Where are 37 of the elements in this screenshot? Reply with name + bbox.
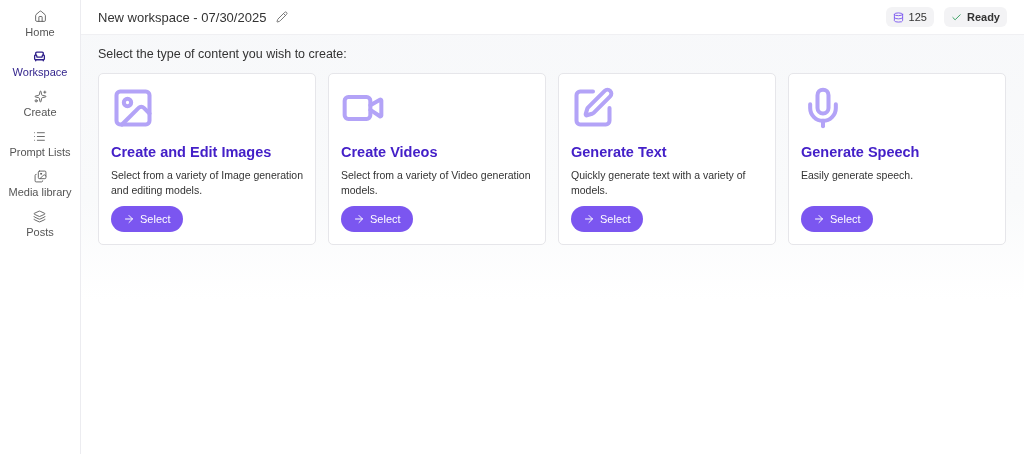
status-badge: Ready — [943, 7, 1007, 27]
arrow-icon — [353, 213, 365, 225]
sidebar-item[interactable]: Create — [23, 88, 57, 120]
chair-icon — [33, 50, 47, 63]
card-description: Easily generate speech. — [801, 168, 915, 183]
images-icon — [33, 170, 47, 183]
card-description: Select from a variety of Video generation models. — [341, 168, 532, 198]
sidebar-item[interactable]: Posts — [26, 208, 54, 240]
check-icon — [950, 11, 962, 23]
card-title: Create and Edit Images — [111, 144, 273, 160]
edit-icon[interactable] — [276, 11, 289, 23]
arrow-icon — [123, 213, 135, 225]
sidebar-item[interactable]: Workspace — [12, 48, 68, 80]
card-description: Select from a variety of Image generation and editing models. — [111, 168, 303, 198]
select-button[interactable]: Select — [341, 206, 413, 232]
home-icon — [33, 10, 47, 23]
arrow-icon — [813, 213, 825, 225]
sidebar-item[interactable]: Home — [25, 8, 55, 40]
select-button[interactable]: Select — [111, 206, 183, 232]
credits-badge: 125 — [885, 7, 934, 27]
workspace-title: New workspace - 07/30/2025 — [98, 9, 267, 25]
card-title: Generate Text — [571, 144, 668, 160]
select-button[interactable]: Select — [571, 206, 643, 232]
sparkles-icon — [33, 90, 47, 103]
card-title: Generate Speech — [801, 144, 921, 160]
arrow-icon — [583, 213, 595, 225]
sidebar-item[interactable]: Media library — [8, 168, 72, 200]
coins-icon — [892, 11, 904, 23]
image-icon — [111, 86, 155, 130]
list-icon — [33, 130, 47, 143]
sidebar-item[interactable]: Prompt Lists — [9, 128, 71, 160]
card-title: Create Videos — [341, 144, 439, 160]
card-description: Quickly generate text with a variety of models. — [571, 168, 747, 198]
pen-square-icon — [571, 86, 615, 130]
layers-icon — [33, 210, 47, 223]
select-button[interactable]: Select — [801, 206, 873, 232]
instruction-text: Select the type of content you wish to create: — [98, 47, 348, 61]
